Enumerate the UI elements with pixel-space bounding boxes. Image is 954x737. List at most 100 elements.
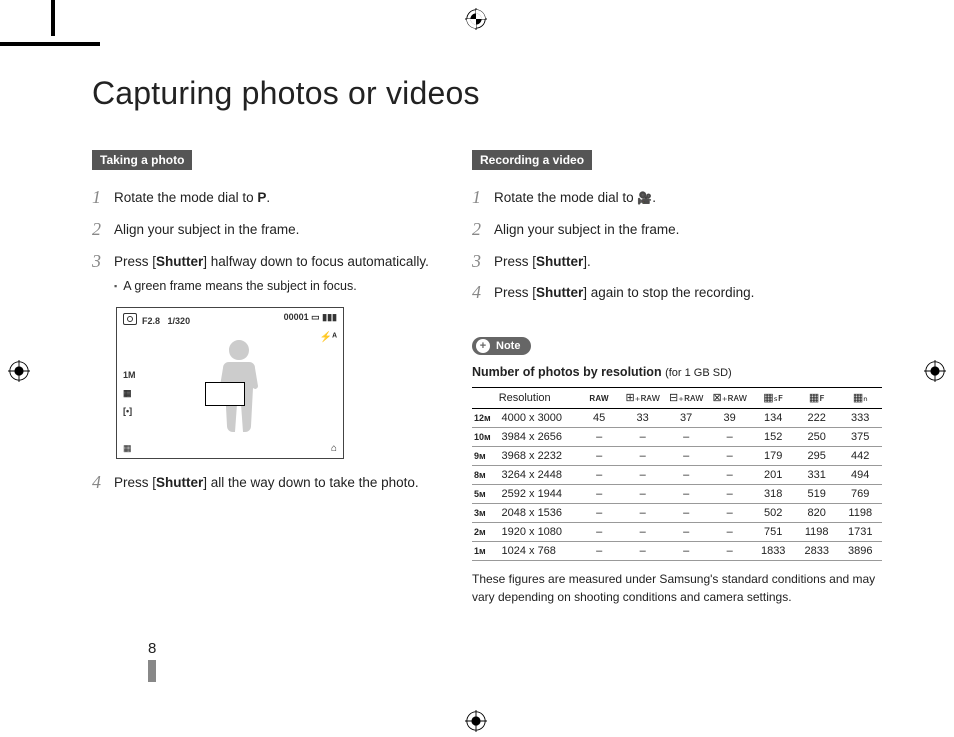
column-video: Recording a video 1 Rotate the mode dial… [472, 150, 882, 606]
battery-icon: ▮▮▮ [322, 312, 337, 322]
steps-video: 1 Rotate the mode dial to 🎥. 2 Align you… [472, 188, 882, 303]
mode-p-icon: P [257, 190, 266, 205]
step-sub-bullet: A green frame means the subject in focus… [114, 277, 432, 295]
flash-auto-icon: ⚡ᴬ [320, 332, 337, 343]
metering-icon: [•] [123, 402, 136, 420]
step-number: 2 [472, 220, 494, 240]
table-row: 2ᴍ1920 x 1080––––75111981731 [472, 523, 882, 542]
dimension-cell: 1920 x 1080 [499, 523, 577, 542]
value-cell: 1198 [795, 523, 839, 542]
plus-icon: + [476, 339, 490, 353]
lcd-aperture: F2.8 [142, 316, 160, 326]
step-item: 3 Press [Shutter]. [472, 252, 882, 272]
size-icon: 12ᴍ [472, 409, 499, 428]
lcd-counter: 00001 [284, 312, 309, 322]
th-format-icon: ⊠₊ʀᴀᴡ [708, 388, 752, 409]
size-icon: 1ᴍ [472, 542, 499, 561]
value-cell: – [577, 542, 621, 561]
grid-icon: ▦ [123, 443, 132, 454]
camera-lcd-preview: F2.8 1/320 00001 ▭ ▮▮▮ ⚡ᴬ 1M ▦ [•] [116, 307, 344, 459]
th-resolution: Resolution [472, 388, 577, 409]
th-format-icon: ▦ₛꜰ [751, 388, 795, 409]
value-cell: – [708, 523, 752, 542]
value-cell: – [664, 504, 708, 523]
steps-photo-cont: 4 Press [Shutter] all the way down to ta… [92, 473, 432, 493]
section-tag-video: Recording a video [472, 150, 592, 170]
registration-mark-icon [465, 8, 487, 30]
value-cell: – [708, 428, 752, 447]
table-row: 3ᴍ2048 x 1536––––5028201198 [472, 504, 882, 523]
size-icon: 3ᴍ [472, 504, 499, 523]
th-format-icon: RAW [577, 388, 621, 409]
value-cell: – [664, 447, 708, 466]
value-cell: – [621, 485, 665, 504]
step-item: 4 Press [Shutter] again to stop the reco… [472, 283, 882, 303]
value-cell: 318 [751, 485, 795, 504]
step-item: 2 Align your subject in the frame. [92, 220, 432, 240]
value-cell: 2833 [795, 542, 839, 561]
card-icon: ▭ [311, 312, 320, 322]
value-cell: – [577, 466, 621, 485]
value-cell: – [708, 485, 752, 504]
step-item: 1 Rotate the mode dial to P. [92, 188, 432, 208]
dimension-cell: 2592 x 1944 [499, 485, 577, 504]
table-row: 12ᴍ4000 x 300045333739134222333 [472, 409, 882, 428]
step-number: 2 [92, 220, 114, 240]
value-cell: 222 [795, 409, 839, 428]
size-icon: 5ᴍ [472, 485, 499, 504]
step-number: 4 [472, 283, 494, 303]
value-cell: – [664, 466, 708, 485]
table-row: 10ᴍ3984 x 2656––––152250375 [472, 428, 882, 447]
value-cell: – [577, 504, 621, 523]
section-tag-photo: Taking a photo [92, 150, 192, 170]
value-cell: 1198 [838, 504, 882, 523]
table-row: 8ᴍ3264 x 2448––––201331494 [472, 466, 882, 485]
step-item: 3 Press [Shutter] halfway down to focus … [92, 252, 432, 296]
dimension-cell: 3984 x 2656 [499, 428, 577, 447]
value-cell: 250 [795, 428, 839, 447]
value-cell: – [664, 428, 708, 447]
value-cell: – [664, 485, 708, 504]
value-cell: 331 [795, 466, 839, 485]
value-cell: 1731 [838, 523, 882, 542]
dimension-cell: 3968 x 2232 [499, 447, 577, 466]
step-number: 1 [472, 188, 494, 208]
value-cell: 3896 [838, 542, 882, 561]
value-cell: 37 [664, 409, 708, 428]
mode-icon [123, 313, 137, 325]
note-title: Number of photos by resolution (for 1 GB… [472, 365, 882, 379]
steps-photo: 1 Rotate the mode dial to P. 2 Align you… [92, 188, 432, 295]
page-title: Capturing photos or videos [92, 75, 882, 112]
dimension-cell: 2048 x 1536 [499, 504, 577, 523]
note-pill: + Note [472, 337, 531, 355]
value-cell: 45 [577, 409, 621, 428]
note-label: Note [496, 340, 520, 352]
value-cell: 333 [838, 409, 882, 428]
value-cell: 179 [751, 447, 795, 466]
step-item: 2 Align your subject in the frame. [472, 220, 882, 240]
th-format-icon: ▦ꜰ [795, 388, 839, 409]
size-icon: 10ᴍ [472, 428, 499, 447]
value-cell: 33 [621, 409, 665, 428]
size-icon: 2ᴍ [472, 523, 499, 542]
value-cell: 494 [838, 466, 882, 485]
lcd-shutter: 1/320 [168, 316, 191, 326]
step-number: 3 [472, 252, 494, 272]
value-cell: – [621, 466, 665, 485]
step-number: 3 [92, 252, 114, 272]
crop-mark [51, 0, 55, 36]
value-cell: – [621, 428, 665, 447]
value-cell: 502 [751, 504, 795, 523]
value-cell: – [577, 485, 621, 504]
value-cell: – [708, 542, 752, 561]
step-number: 4 [92, 473, 114, 493]
table-row: 9ᴍ3968 x 2232––––179295442 [472, 447, 882, 466]
table-row: 1ᴍ1024 x 768––––183328333896 [472, 542, 882, 561]
value-cell: – [708, 447, 752, 466]
value-cell: – [577, 447, 621, 466]
registration-mark-icon [8, 360, 30, 382]
autofocus-frame-icon [205, 382, 245, 406]
value-cell: 134 [751, 409, 795, 428]
value-cell: 442 [838, 447, 882, 466]
value-cell: – [577, 523, 621, 542]
